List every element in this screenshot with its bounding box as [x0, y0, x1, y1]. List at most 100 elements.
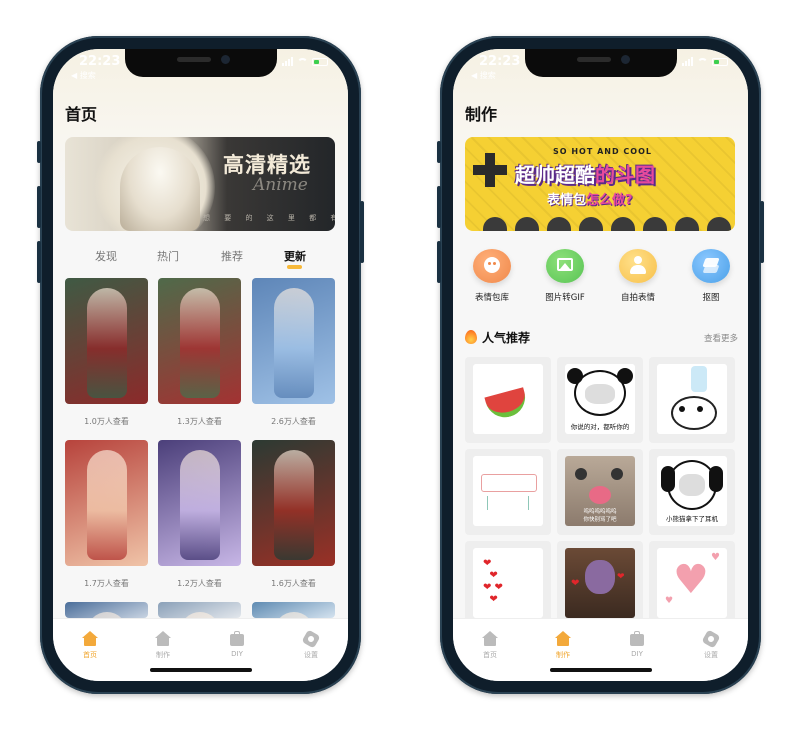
tabbar-settings-label: 设置: [304, 651, 318, 659]
wallpaper-thumbnail: [252, 278, 335, 404]
tab-bar: 首页 制作 DIY 设置: [53, 618, 348, 681]
status-icons: [682, 57, 728, 66]
sticker-item[interactable]: [465, 449, 551, 535]
tabbar-diy-label: DIY: [631, 650, 643, 658]
settings-icon: [301, 629, 321, 649]
power-button: [360, 201, 364, 263]
wallpaper-card[interactable]: [252, 602, 335, 618]
volume-up-button: [437, 186, 441, 228]
view-count: 1.7万人查看: [84, 579, 129, 588]
tabbar-diy[interactable]: DIY: [212, 631, 262, 658]
tool-sticker-library[interactable]: 表情包库: [457, 249, 527, 303]
sticker-item[interactable]: [649, 357, 735, 443]
tabbar-settings-label: 设置: [704, 651, 718, 659]
tabbar-diy-label: DIY: [231, 650, 243, 658]
fire-icon: [465, 330, 477, 344]
tab-recommend[interactable]: 推荐: [221, 248, 243, 264]
sticker-grid: 你说的对，都听你的呜呜呜呜呜呜 你快别骂了吧 小熊猫拿下了耳机 ❤ ❤ ❤ ❤ ❤ ❤ ❤…: [465, 357, 737, 627]
view-more-link[interactable]: 查看更多: [704, 332, 738, 344]
sticker-item[interactable]: 呜呜呜呜呜呜 你快别骂了吧: [557, 449, 643, 535]
status-time: 22:23: [479, 54, 521, 69]
wallpaper-card[interactable]: 2.6万人查看: [252, 278, 335, 426]
tabbar-diy[interactable]: DIY: [612, 631, 662, 658]
wallpaper-card[interactable]: [158, 602, 241, 618]
tabbar-settings[interactable]: 设置: [286, 629, 336, 660]
battery-icon: [712, 57, 728, 66]
home-icon: [82, 631, 98, 646]
sticker-item[interactable]: ❤ ❤ ❤ ❤ ❤: [465, 541, 551, 627]
wallpaper-thumbnail: [158, 278, 241, 404]
mute-switch: [437, 141, 441, 163]
sticker-image: 小熊猫拿下了耳机: [657, 456, 727, 526]
banner-mid-b: 怎么做?: [586, 193, 633, 208]
wallpaper-card[interactable]: 1.0万人查看: [65, 278, 148, 426]
toolbox-icon: [629, 631, 645, 646]
settings-icon: [701, 629, 721, 649]
heads-art: [483, 217, 731, 231]
volume-down-button: [37, 241, 41, 283]
view-count: 1.6万人查看: [271, 579, 316, 588]
wallpaper-card[interactable]: 1.6万人查看: [252, 440, 335, 588]
make-icon: [555, 631, 571, 646]
view-count: 1.0万人查看: [84, 417, 129, 426]
sticker-image: [473, 364, 543, 434]
make-banner[interactable]: SO HOT AND COOL 超帅超酷的斗图 表情包怎么做?: [465, 137, 735, 231]
tabbar-home[interactable]: 首页: [65, 631, 115, 660]
sticker-caption: 呜呜呜呜呜呜 你快别骂了吧: [583, 509, 617, 523]
tool-label: 抠图: [702, 293, 720, 303]
tabbar-make[interactable]: 制作: [138, 631, 188, 660]
smiley-icon: [473, 249, 511, 283]
banner-big-text: 超帅超酷的斗图: [515, 159, 655, 188]
tabbar-home-label: 首页: [483, 651, 497, 659]
wallpaper-thumbnail: [158, 602, 241, 618]
wallpaper-card[interactable]: 1.3万人查看: [158, 278, 241, 426]
sticker-image: [473, 456, 543, 526]
sticker-item[interactable]: 小熊猫拿下了耳机: [649, 449, 735, 535]
make-icon: [155, 631, 171, 646]
tool-selfie-sticker[interactable]: 自拍表情: [603, 249, 673, 303]
tab-update[interactable]: 更新: [284, 248, 306, 264]
signal-icon: [282, 57, 293, 66]
wallpaper-card[interactable]: [65, 602, 148, 618]
sticker-image: [657, 364, 727, 434]
sticker-item[interactable]: 你说的对，都听你的: [557, 357, 643, 443]
tool-image-to-gif[interactable]: 图片转GIF: [530, 249, 600, 303]
signal-icon: [682, 57, 693, 66]
volume-down-button: [437, 241, 441, 283]
wallpaper-thumbnail: [252, 602, 335, 618]
wallpaper-card[interactable]: 1.7万人查看: [65, 440, 148, 588]
tabbar-settings[interactable]: 设置: [686, 629, 736, 660]
wallpaper-thumbnail: [252, 440, 335, 566]
image-icon: [546, 249, 584, 283]
tool-cutout[interactable]: 抠图: [676, 249, 746, 303]
sticker-item[interactable]: [465, 357, 551, 443]
wallpaper-thumbnail: [65, 440, 148, 566]
layers-icon: [692, 249, 730, 283]
wallpaper-thumbnail: [65, 278, 148, 404]
status-back-label: 搜索: [479, 71, 496, 80]
tabbar-make[interactable]: 制作: [538, 631, 588, 660]
active-tab-indicator: [287, 265, 302, 269]
sticker-image: ♥ ♥ ♥: [657, 548, 727, 618]
page-title: 首页: [65, 105, 98, 124]
tab-discover[interactable]: 发现: [95, 248, 117, 264]
wallpaper-thumbnail: [65, 602, 148, 618]
tabbar-home-label: 首页: [83, 651, 97, 659]
camera-icon: [221, 55, 230, 64]
view-count: 2.6万人查看: [271, 417, 316, 426]
sticker-item[interactable]: ♥ ♥ ♥: [649, 541, 735, 627]
banner-subtitle: 想 要 的 这 里 都 有: [203, 214, 335, 222]
tab-bar: 首页 制作 DIY 设置: [453, 618, 748, 681]
wallpaper-card[interactable]: 1.2万人查看: [158, 440, 241, 588]
home-banner[interactable]: 高清精选 Anime 想 要 的 这 里 都 有: [65, 137, 335, 231]
home-icon: [482, 631, 498, 646]
status-back-link[interactable]: ◀ 搜索: [71, 70, 96, 81]
wallpaper-grid: 1.0万人查看 1.3万人查看 2.6万人查看 1.7万人查看 1.2万人查看 1.6万人…: [65, 278, 335, 618]
tab-hot[interactable]: 热门: [157, 248, 179, 264]
tabbar-home[interactable]: 首页: [465, 631, 515, 660]
sticker-item[interactable]: ❤ ❤: [557, 541, 643, 627]
person-icon: [619, 249, 657, 283]
status-back-link[interactable]: ◀ 搜索: [471, 70, 496, 81]
battery-icon: [312, 57, 328, 66]
make-screen: 22:23 ◀ 搜索 制作 SO HOT AND COOL 超帅超酷的斗图 表情…: [453, 49, 748, 681]
